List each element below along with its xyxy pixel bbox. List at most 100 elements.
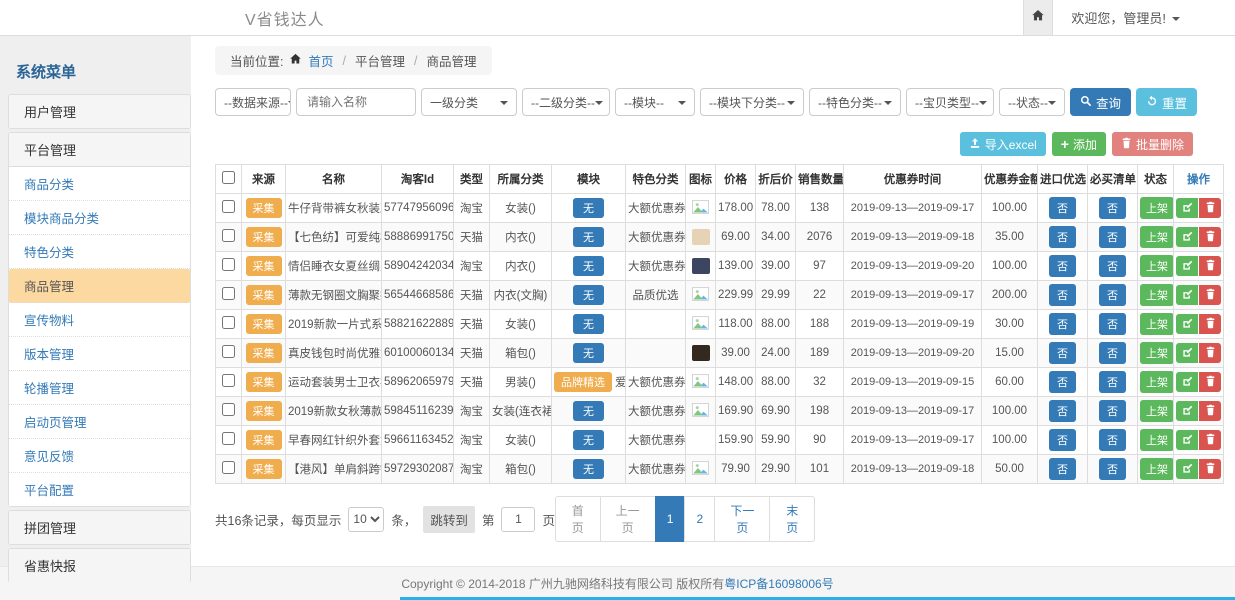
filter-select-level1-category[interactable]: 一级分类 — [421, 88, 517, 116]
import-select-toggle[interactable]: 否 — [1049, 429, 1076, 451]
import-select-toggle[interactable]: 否 — [1049, 371, 1076, 393]
import-select-toggle[interactable]: 否 — [1049, 313, 1076, 335]
sidebar-group-header[interactable]: 平台管理 — [9, 133, 190, 167]
delete-button[interactable] — [1199, 285, 1221, 305]
status-button[interactable]: 上架 — [1140, 400, 1174, 422]
filter-select-module-sub-category[interactable]: --模块下分类-- — [700, 88, 804, 116]
pagination-button[interactable]: 首页 — [555, 496, 601, 542]
delete-button[interactable] — [1199, 430, 1221, 450]
must-buy-toggle[interactable]: 否 — [1099, 313, 1126, 335]
delete-button[interactable] — [1199, 227, 1221, 247]
search-button[interactable]: 查询 — [1070, 88, 1131, 116]
filter-select-module[interactable]: --模块-- — [615, 88, 695, 116]
user-menu[interactable]: 欢迎您，管理员! — [1053, 8, 1235, 27]
edit-button[interactable] — [1176, 430, 1198, 450]
row-checkbox[interactable] — [222, 316, 235, 329]
sidebar-group-header[interactable]: 省惠快报 — [9, 549, 190, 582]
delete-button[interactable] — [1199, 372, 1221, 392]
module-badge[interactable]: 无 — [573, 256, 604, 276]
sidebar-item[interactable]: 版本管理 — [9, 337, 190, 371]
status-button[interactable]: 上架 — [1140, 197, 1174, 219]
status-button[interactable]: 上架 — [1140, 255, 1174, 277]
sidebar-item[interactable]: 商品分类 — [9, 167, 190, 201]
must-buy-toggle[interactable]: 否 — [1099, 284, 1126, 306]
module-badge[interactable]: 无 — [573, 285, 604, 305]
sidebar-item[interactable]: 商品管理 — [9, 269, 190, 303]
edit-button[interactable] — [1176, 256, 1198, 276]
edit-button[interactable] — [1176, 343, 1198, 363]
row-checkbox[interactable] — [222, 374, 235, 387]
page-size-select[interactable]: 10 — [348, 507, 384, 532]
select-all-checkbox[interactable] — [222, 171, 235, 184]
module-badge[interactable]: 无 — [573, 430, 604, 450]
home-button[interactable] — [1023, 0, 1053, 35]
row-checkbox[interactable] — [222, 345, 235, 358]
import-select-toggle[interactable]: 否 — [1049, 458, 1076, 480]
pagination-button[interactable]: 1 — [655, 496, 686, 542]
row-checkbox[interactable] — [222, 258, 235, 271]
status-button[interactable]: 上架 — [1140, 371, 1174, 393]
sidebar-item[interactable]: 意见反馈 — [9, 439, 190, 473]
reset-button[interactable]: 重置 — [1136, 88, 1197, 116]
row-checkbox[interactable] — [222, 287, 235, 300]
delete-button[interactable] — [1199, 459, 1221, 479]
filter-select-level2-category[interactable]: --二级分类-- — [522, 88, 610, 116]
jump-page-input[interactable] — [501, 507, 535, 532]
status-button[interactable]: 上架 — [1140, 429, 1174, 451]
sidebar-group-header[interactable]: 用户管理 — [9, 95, 190, 128]
filter-select-item-type[interactable]: --宝贝类型-- — [906, 88, 994, 116]
filter-select-status[interactable]: --状态-- — [999, 88, 1065, 116]
sidebar-item[interactable]: 宣传物料 — [9, 303, 190, 337]
bulk-delete-button[interactable]: 批量删除 — [1112, 132, 1193, 156]
row-checkbox[interactable] — [222, 229, 235, 242]
delete-button[interactable] — [1199, 314, 1221, 334]
sidebar-item[interactable]: 特色分类 — [9, 235, 190, 269]
sidebar-group-header[interactable]: 拼团管理 — [9, 511, 190, 544]
row-checkbox[interactable] — [222, 200, 235, 213]
breadcrumb-home-link[interactable]: 首页 — [308, 51, 333, 70]
sidebar-item[interactable]: 启动页管理 — [9, 405, 190, 439]
edit-button[interactable] — [1176, 227, 1198, 247]
icp-link[interactable]: 粤ICP备16098006号 — [724, 575, 833, 592]
must-buy-toggle[interactable]: 否 — [1099, 197, 1126, 219]
edit-button[interactable] — [1176, 459, 1198, 479]
import-excel-button[interactable]: 导入excel — [960, 132, 1046, 156]
add-button[interactable]: +添加 — [1052, 132, 1106, 156]
must-buy-toggle[interactable]: 否 — [1099, 342, 1126, 364]
pagination-button[interactable]: 下一页 — [714, 496, 770, 542]
edit-button[interactable] — [1176, 401, 1198, 421]
import-select-toggle[interactable]: 否 — [1049, 400, 1076, 422]
must-buy-toggle[interactable]: 否 — [1099, 371, 1126, 393]
edit-button[interactable] — [1176, 198, 1198, 218]
module-badge[interactable]: 无 — [573, 198, 604, 218]
delete-button[interactable] — [1199, 256, 1221, 276]
status-button[interactable]: 上架 — [1140, 313, 1174, 335]
import-select-toggle[interactable]: 否 — [1049, 284, 1076, 306]
edit-button[interactable] — [1176, 372, 1198, 392]
module-badge[interactable]: 无 — [573, 343, 604, 363]
must-buy-toggle[interactable]: 否 — [1099, 429, 1126, 451]
status-button[interactable]: 上架 — [1140, 284, 1174, 306]
row-checkbox[interactable] — [222, 403, 235, 416]
row-checkbox[interactable] — [222, 461, 235, 474]
jump-to-button[interactable]: 跳转到 — [423, 506, 475, 533]
import-select-toggle[interactable]: 否 — [1049, 226, 1076, 248]
pagination-button[interactable]: 2 — [684, 496, 715, 542]
filter-select-data-source[interactable]: --数据来源-- — [215, 88, 291, 116]
must-buy-toggle[interactable]: 否 — [1099, 226, 1126, 248]
edit-button[interactable] — [1176, 285, 1198, 305]
module-badge[interactable]: 无 — [573, 314, 604, 334]
pagination-button[interactable]: 末页 — [769, 496, 815, 542]
status-button[interactable]: 上架 — [1140, 226, 1174, 248]
status-button[interactable]: 上架 — [1140, 458, 1174, 480]
must-buy-toggle[interactable]: 否 — [1099, 458, 1126, 480]
edit-button[interactable] — [1176, 314, 1198, 334]
sidebar-item[interactable]: 模块商品分类 — [9, 201, 190, 235]
pagination-button[interactable]: 上一页 — [600, 496, 656, 542]
sidebar-item[interactable]: 轮播管理 — [9, 371, 190, 405]
delete-button[interactable] — [1199, 343, 1221, 363]
filter-select-feature-category[interactable]: --特色分类-- — [809, 88, 901, 116]
delete-button[interactable] — [1199, 401, 1221, 421]
row-checkbox[interactable] — [222, 432, 235, 445]
status-button[interactable]: 上架 — [1140, 342, 1174, 364]
